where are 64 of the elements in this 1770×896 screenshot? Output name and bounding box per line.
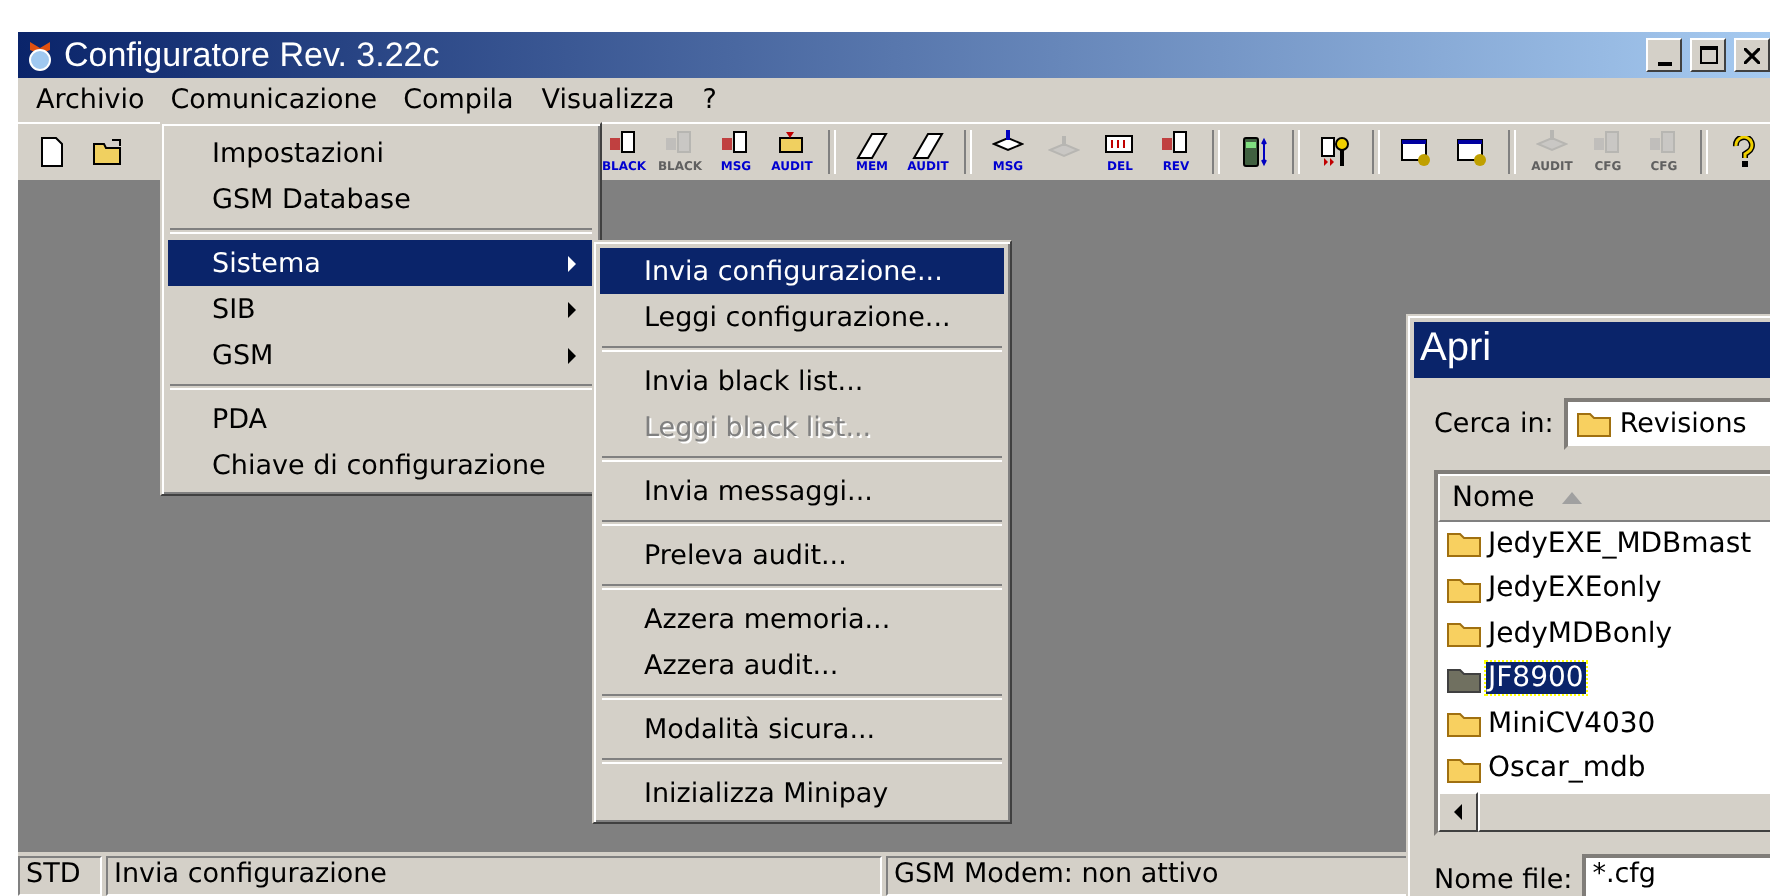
maximize-button[interactable]	[1690, 38, 1726, 72]
key-icon	[1320, 136, 1352, 168]
menu-item[interactable]: SIB	[168, 286, 594, 332]
folder-item[interactable]: JedyEXEonly	[1486, 572, 1664, 605]
folder-item[interactable]: MiniCV4030	[1486, 707, 1658, 740]
menu-item[interactable]: Azzera memoria...	[600, 596, 1004, 642]
folder-item[interactable]: JedyMDBonly	[1486, 617, 1674, 650]
erase-icon	[856, 130, 888, 162]
menu-item[interactable]: Impostazioni	[168, 130, 594, 176]
look-in-dropdown[interactable]: Revisions	[1563, 397, 1770, 450]
menu-title[interactable]: Comunicazione	[158, 82, 390, 118]
menu-item[interactable]: Chiave di configurazione	[168, 442, 594, 488]
menu-title[interactable]: Archivio	[22, 80, 159, 120]
status-pane: Invia configurazione	[106, 856, 882, 896]
menu-title[interactable]: ?	[688, 80, 731, 120]
folder-icon	[1446, 708, 1482, 739]
window-icon	[1400, 136, 1432, 168]
status-pane: STD	[18, 856, 102, 896]
window-icon	[1456, 136, 1488, 168]
sort-arrow-icon	[1562, 491, 1583, 504]
menu-item[interactable]: Preleva audit...	[600, 532, 1004, 578]
help-icon	[1728, 136, 1760, 168]
menu-item[interactable]: Invia black list...	[600, 358, 1004, 404]
minimize-button[interactable]	[1646, 38, 1682, 72]
app-icon	[24, 39, 56, 71]
menu-title[interactable]: Compila	[389, 80, 528, 120]
menu-title[interactable]: Visualizza	[527, 80, 689, 120]
minimize-icon	[1657, 61, 1671, 65]
menu-item[interactable]: Invia configurazione...	[600, 248, 1004, 294]
submenu-arrow-icon	[568, 347, 578, 363]
folder-icon	[1446, 663, 1482, 694]
menu-item[interactable]: PDA	[168, 396, 594, 442]
folder-item[interactable]: Oscar_mdb	[1486, 752, 1648, 785]
menu-item[interactable]: Sistema	[168, 240, 594, 286]
menu-item[interactable]: GSM	[168, 332, 594, 378]
menu-item[interactable]: GSM Database	[168, 176, 594, 222]
submenu-arrow-icon	[568, 255, 578, 271]
folder-icon	[1575, 408, 1612, 439]
filename-field[interactable]: *.cfg	[1582, 854, 1770, 896]
folder-item[interactable]: JedyEXE_MDBmast	[1486, 527, 1754, 560]
folder-icon	[1446, 618, 1482, 649]
close-icon	[1744, 47, 1760, 63]
horizontal-scrollbar[interactable]	[1438, 792, 1770, 832]
name-column-header[interactable]: Nome	[1438, 473, 1770, 522]
menu-item[interactable]: Azzera audit...	[600, 642, 1004, 688]
new-icon	[36, 136, 68, 168]
maximize-icon	[1699, 46, 1717, 64]
folder-icon	[1446, 573, 1482, 604]
window-title: Configuratore Rev. 3.22c	[64, 35, 442, 75]
menu-item[interactable]: Modalità sicura...	[600, 706, 1004, 752]
look-in-label: Cerca in:	[1434, 407, 1554, 440]
folder-icon	[1446, 753, 1482, 784]
submenu-arrow-icon	[568, 301, 578, 317]
folder-icon	[1446, 528, 1482, 559]
close-button[interactable]	[1734, 38, 1770, 72]
folder-item[interactable]: JF8900	[1486, 662, 1586, 695]
erase-icon	[912, 130, 944, 162]
open-icon	[92, 136, 124, 168]
menu-item[interactable]: Inizializza Minipay	[600, 770, 1004, 816]
menu-item[interactable]: Leggi configurazione...	[600, 294, 1004, 340]
menu-item[interactable]: Invia messaggi...	[600, 468, 1004, 514]
scroll-left-icon	[1453, 804, 1462, 820]
dialog-title: Apri	[1414, 322, 1770, 378]
device-icon	[1240, 136, 1272, 168]
